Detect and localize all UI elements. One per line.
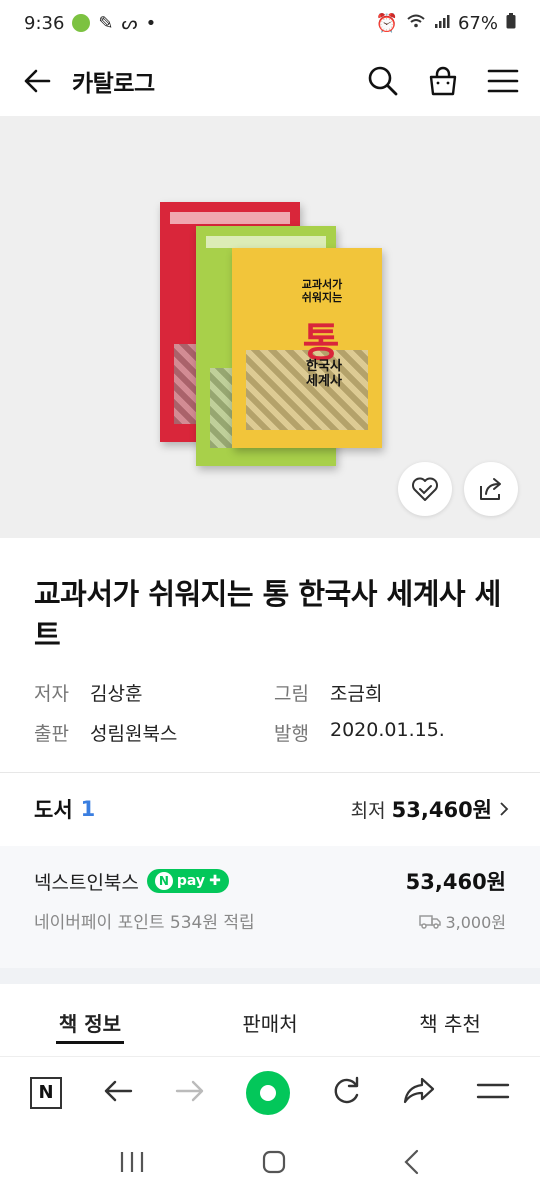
browser-menu-button[interactable] <box>476 1081 510 1105</box>
plus-icon: ✚ <box>209 873 221 889</box>
product-title: 교과서가 쉬워지는 통 한국사 세계사 세트 <box>34 577 501 652</box>
publisher-label: 출판 <box>34 722 69 745</box>
shopping-bag-icon <box>429 66 457 96</box>
battery-level: 67% <box>457 12 498 34</box>
back-nav-button[interactable] <box>102 1077 134 1109</box>
share-button[interactable] <box>464 462 518 516</box>
search-button[interactable] <box>366 64 400 98</box>
lowest-price-value: 53,460원 <box>391 798 492 822</box>
author-value[interactable]: 김상훈 <box>90 679 142 706</box>
system-nav-bar <box>0 1128 540 1200</box>
share-arrow-icon <box>403 1077 435 1103</box>
naver-home-button[interactable]: N <box>30 1076 62 1109</box>
seller-item[interactable]: 넥스트인북스 N pay ✚ 53,460원 네이버페이 포인트 534원 적립… <box>0 846 540 968</box>
browser-toolbar: N <box>0 1056 540 1128</box>
npay-points: 네이버페이 포인트 534원 적립 <box>34 913 255 933</box>
heart-check-icon <box>412 477 438 501</box>
search-icon <box>368 66 398 96</box>
illustrator-label: 그림 <box>274 682 309 705</box>
forward-nav-button[interactable] <box>174 1077 206 1109</box>
chevron-left-icon <box>404 1149 419 1175</box>
green-dot-icon <box>260 1084 276 1101</box>
top-app-bar: 카탈로그 <box>0 46 540 116</box>
author-label: 저자 <box>34 682 69 705</box>
back-button[interactable] <box>20 64 54 98</box>
illustrator-value[interactable]: 조금희 <box>330 679 382 706</box>
tab-recommendations[interactable]: 책 추천 <box>360 994 540 1050</box>
favorite-button[interactable] <box>398 462 452 516</box>
share-icon <box>480 478 501 500</box>
page-title: 카탈로그 <box>72 71 155 97</box>
more-notifications-icon: • <box>145 12 157 34</box>
status-bar: 9:36 ✎ ᔕ • ⏰ 67% <box>0 0 540 46</box>
truck-icon <box>419 914 442 929</box>
menu-button[interactable] <box>486 64 520 98</box>
refresh-icon <box>334 1076 359 1103</box>
hamburger-menu-icon <box>476 1083 510 1098</box>
hamburger-menu-icon <box>487 69 519 93</box>
seller-name[interactable]: 넥스트인북스 <box>34 868 139 895</box>
shipping-fee: 3,000원 <box>419 909 506 933</box>
divider <box>0 772 540 773</box>
books-label: 도서 <box>34 798 73 822</box>
lowest-price[interactable]: 최저 53,460원 <box>351 794 510 824</box>
recent-apps-button[interactable] <box>118 1150 146 1178</box>
publisher-value[interactable]: 성림원북스 <box>90 719 177 746</box>
cover-subtitle: 한국사 세계사 <box>306 359 342 389</box>
refresh-button[interactable] <box>330 1075 362 1111</box>
tab-bar: 책 정보 판매처 책 추천 <box>0 994 540 1050</box>
book-cover-yellow: 교과서가 쉬워지는 통 한국사 세계사 <box>232 248 382 448</box>
npay-badge: N pay ✚ <box>146 869 229 893</box>
books-count: 1 <box>80 797 96 821</box>
system-back-button[interactable] <box>402 1149 422 1179</box>
published-date-label: 발행 <box>274 722 309 745</box>
battery-icon <box>506 12 516 34</box>
product-image-area: 교과서가 쉬워지는 통 한국사 세계사 <box>0 116 540 538</box>
arrow-left-icon <box>104 1080 133 1101</box>
notification-icon: ✎ <box>98 12 114 34</box>
home-icon <box>262 1150 286 1174</box>
cart-button[interactable] <box>426 64 460 98</box>
share-page-button[interactable] <box>402 1076 436 1110</box>
seller-price: 53,460원 <box>405 870 506 894</box>
green-dot-button[interactable] <box>246 1070 290 1115</box>
tab-book-info[interactable]: 책 정보 <box>0 994 180 1050</box>
notification-icon-2: ᔕ <box>121 12 138 34</box>
cover-title: 교과서가 쉬워지는 <box>301 278 343 305</box>
signal-icon <box>434 13 450 34</box>
status-time: 9:36 <box>24 12 65 34</box>
wifi-icon <box>406 13 426 34</box>
product-meta: 저자 김상훈 그림 조금희 출판 성림원북스 발행 2020.01.15. <box>34 672 514 752</box>
section-gap <box>0 968 540 984</box>
naver-n-icon: N <box>154 872 173 890</box>
recent-apps-icon <box>120 1152 143 1172</box>
tab-sellers[interactable]: 판매처 <box>180 994 360 1050</box>
published-date-value: 2020.01.15. <box>330 718 445 741</box>
arrow-left-icon <box>24 69 51 93</box>
book-set-cover-image: 교과서가 쉬워지는 통 한국사 세계사 <box>150 202 390 466</box>
home-button[interactable] <box>261 1149 287 1179</box>
alarm-icon: ⏰ <box>375 12 398 34</box>
app-notification-icon <box>72 14 91 32</box>
books-summary-row[interactable]: 도서 1 최저 53,460원 <box>34 774 510 844</box>
lowest-price-label: 최저 <box>350 799 386 822</box>
chevron-right-icon <box>500 802 509 816</box>
arrow-right-icon <box>175 1080 204 1101</box>
